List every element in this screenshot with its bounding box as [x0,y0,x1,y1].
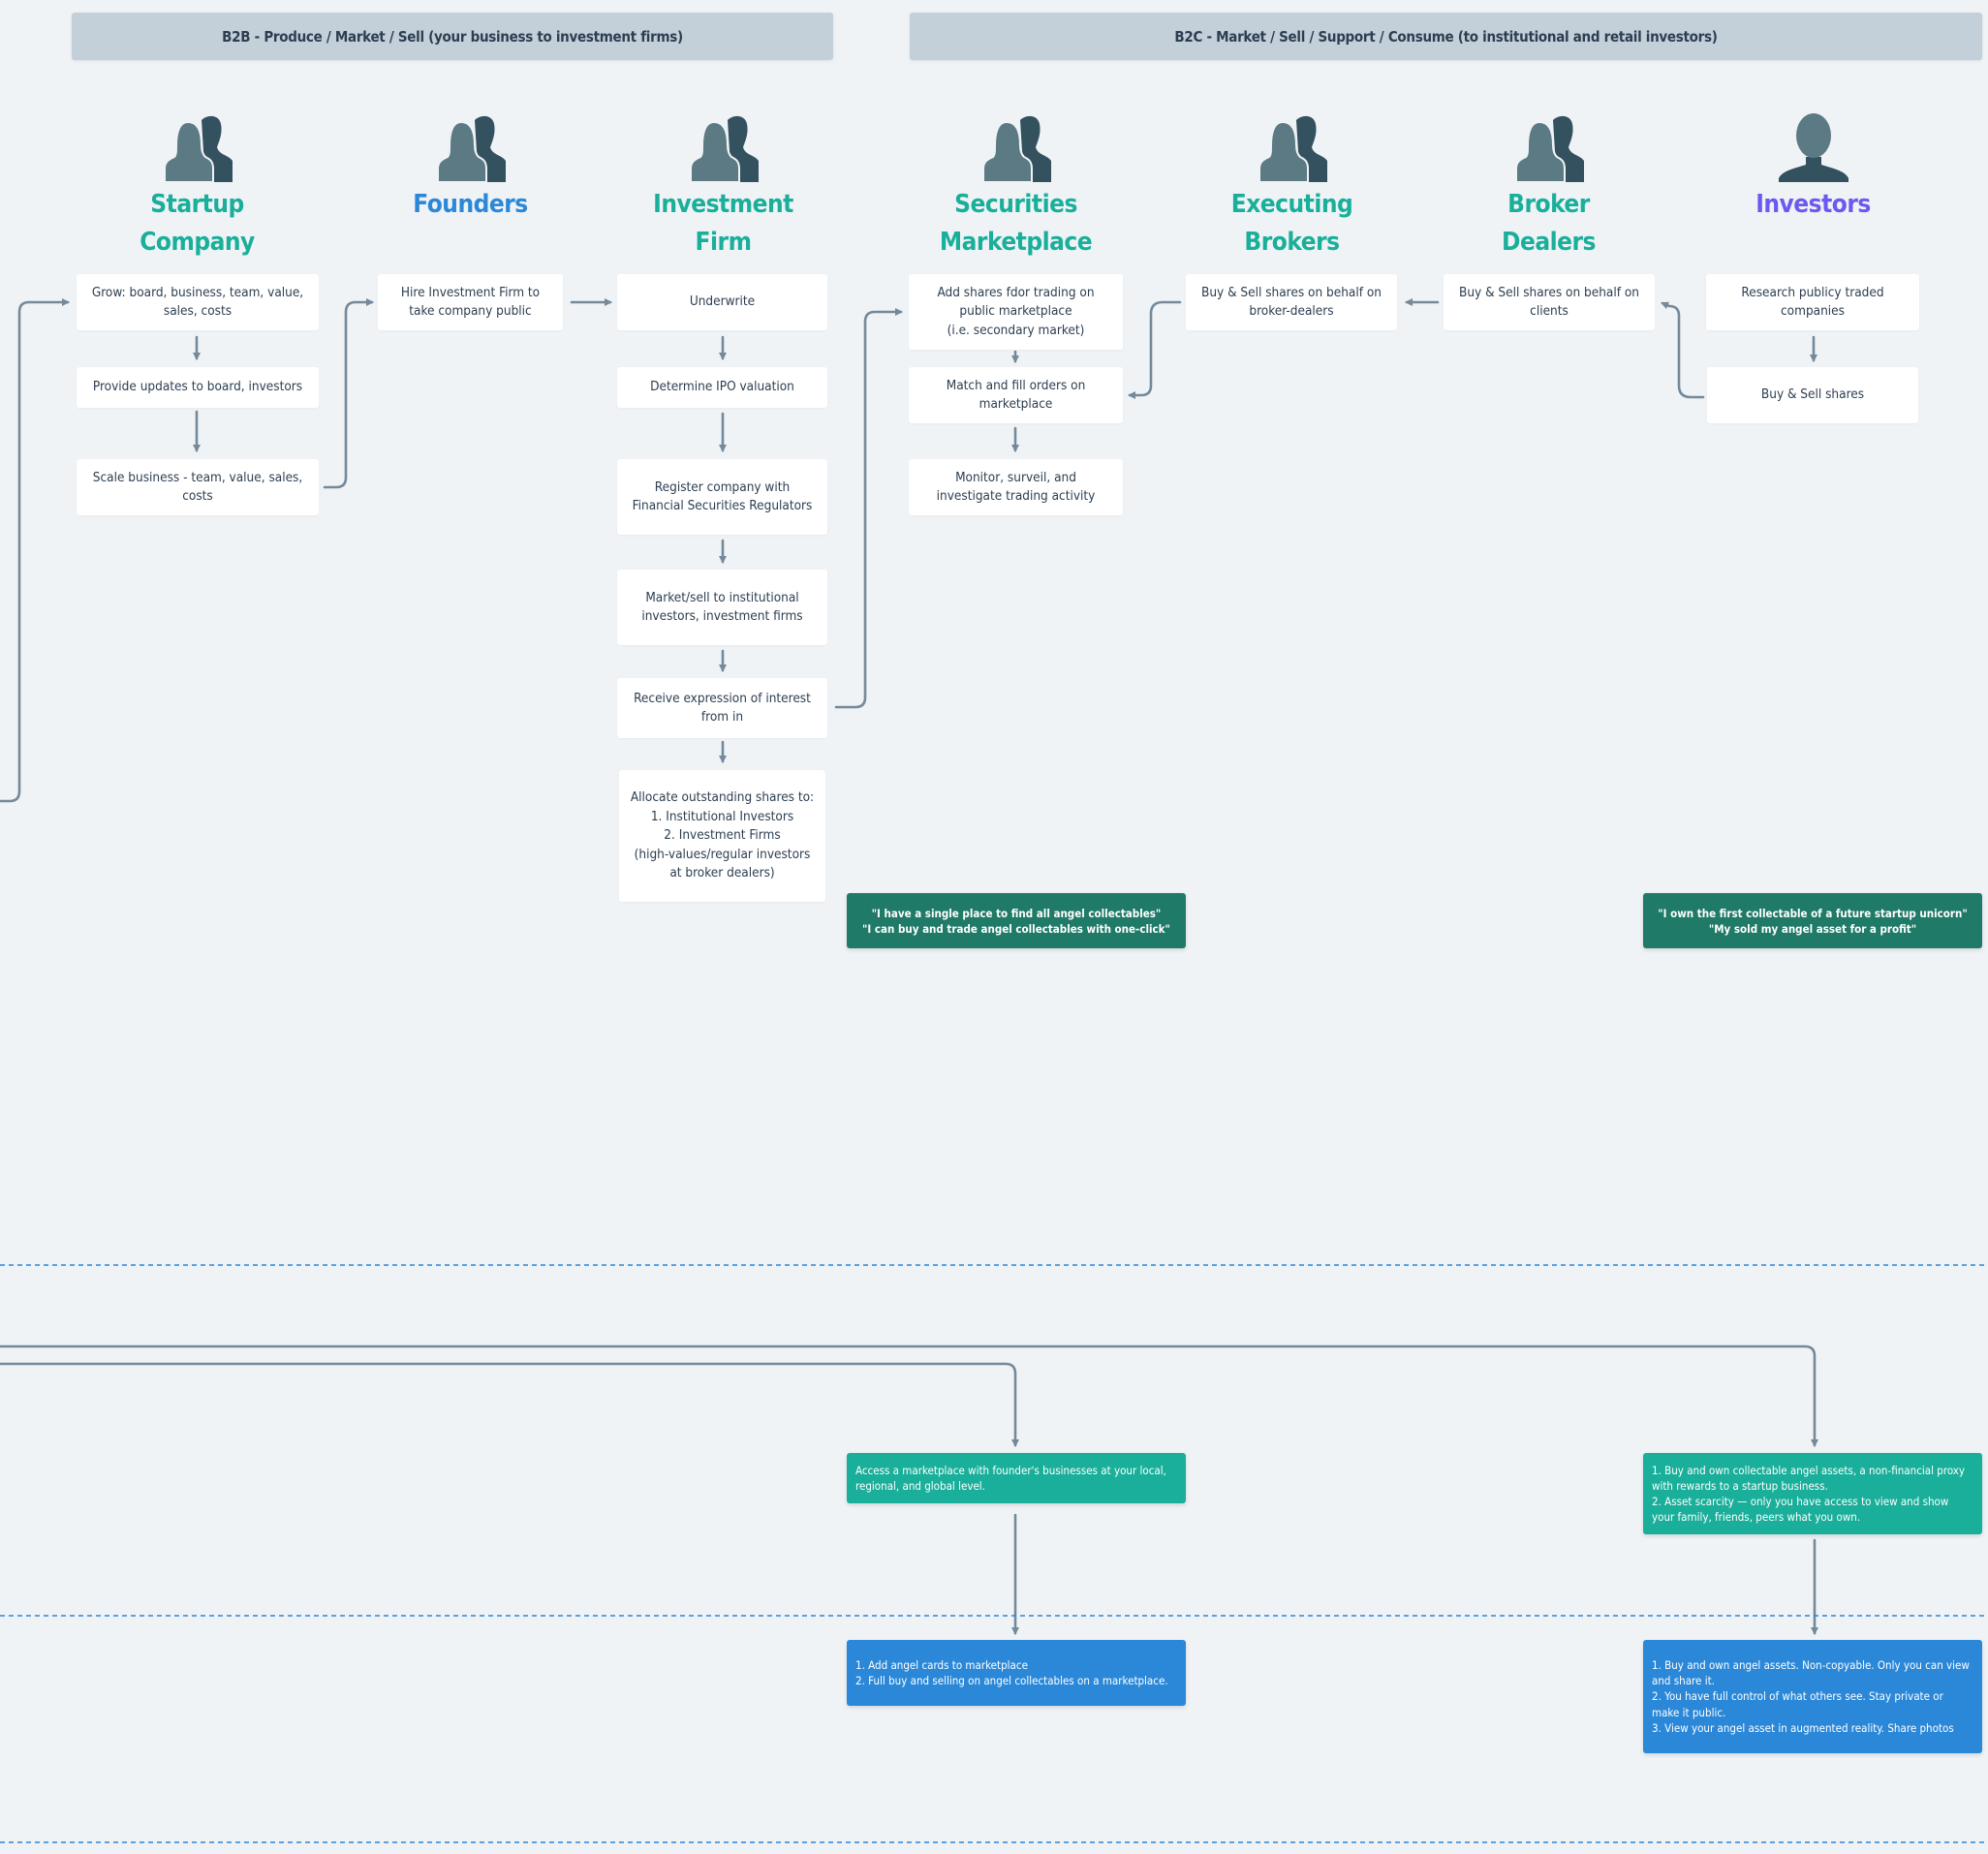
step-label: Buy & Sell shares on behalf on broker-de… [1201,284,1382,320]
step-label: Market/sell to institutional investors, … [641,589,803,625]
connector [0,1344,1818,1447]
step-card[interactable]: Underwrite [617,274,827,330]
quote-investors: "I own the first collectable of a future… [1643,893,1982,948]
users-icon [436,115,506,182]
step-card[interactable]: Add shares fdor trading on public market… [909,274,1123,350]
connector [323,298,374,489]
b2c-band-label: B2C - Market / Sell / Support / Consume … [1174,27,1718,46]
step-label: Grow: board, business, team, value, sale… [91,284,304,320]
step-card[interactable]: Market/sell to institutional investors, … [617,570,827,645]
note-investors-blue: 1. Buy and own angel assets. Non-copyabl… [1643,1640,1982,1753]
step-label: Buy & Sell shares on behalf on clients [1459,284,1639,320]
step-card[interactable]: Receive expression of interest from in [617,678,827,738]
step-card[interactable]: Monitor, surveil, and investigate tradin… [909,459,1123,515]
note-text: 1. Buy and own collectable angel assets,… [1652,1463,1966,1525]
quote-text: "I own the first collectable of a future… [1658,906,1968,936]
connector [0,298,70,803]
note-marketplace-teal: Access a marketplace with founder's busi… [847,1453,1186,1503]
step-card[interactable]: Register company with Financial Securiti… [617,459,827,535]
lane-title: Executing Brokers [1230,190,1353,257]
step-label: Monitor, surveil, and investigate tradin… [936,469,1096,505]
step-label: Buy & Sell shares [1760,386,1865,403]
quote-text: "I have a single place to find all angel… [862,906,1170,936]
step-card[interactable]: Hire Investment Firm to take company pub… [378,274,563,330]
lane-startup-company: Startup Company [112,112,282,262]
step-card[interactable]: Buy & Sell shares on behalf on clients [1444,274,1655,330]
users-icon [981,115,1051,182]
lane-executing-brokers: Executing Brokers [1207,112,1377,262]
note-text: 1. Add angel cards to marketplace 2. Ful… [855,1657,1168,1687]
lane-title: Securities Marketplace [939,190,1093,257]
b2c-band: B2C - Market / Sell / Support / Consume … [910,13,1982,60]
users-icon [1258,115,1327,182]
step-label: Add shares fdor trading on public market… [937,284,1095,338]
lane-title: Investors [1755,190,1871,219]
users-icon [163,115,233,182]
lane-investment-firm: Investment Firm [638,112,808,262]
lane-investors: Investors [1728,112,1898,224]
lane-title: Startup Company [140,190,255,257]
lane-title: Investment Firm [653,190,793,257]
step-label: Scale business - team, value, sales, cos… [92,469,303,505]
step-label: Receive expression of interest from in [634,690,811,726]
lane-broker-dealers: Broker Dealers [1464,112,1633,262]
step-label: Underwrite [689,294,756,310]
step-card[interactable]: Grow: board, business, team, value, sale… [77,274,319,330]
connector [834,308,903,709]
b2b-band-label: B2B - Produce / Market / Sell (your busi… [222,27,683,46]
quote-marketplace: "I have a single place to find all angel… [847,893,1186,948]
step-label: Allocate outstanding shares to: 1. Insti… [630,789,815,881]
users-icon [689,115,759,182]
users-icon [1514,115,1584,182]
step-card[interactable]: Buy & Sell shares on behalf on broker-de… [1186,274,1397,330]
note-text: Access a marketplace with founder's busi… [855,1463,1166,1493]
step-card[interactable]: Provide updates to board, investors [77,367,319,408]
step-card[interactable]: Determine IPO valuation [617,367,827,408]
b2b-band: B2B - Produce / Market / Sell (your busi… [72,13,833,60]
step-card[interactable]: Buy & Sell shares [1707,367,1918,423]
step-card[interactable]: Research publicy traded companies [1706,274,1919,330]
user-icon [1778,113,1848,182]
step-label: Match and fill orders on marketplace [946,377,1086,413]
note-investors-teal: 1. Buy and own collectable angel assets,… [1643,1453,1982,1534]
step-label: Register company with Financial Securiti… [632,479,813,514]
connector [0,1362,1019,1447]
step-label: Provide updates to board, investors [92,379,303,395]
step-card[interactable]: Scale business - team, value, sales, cos… [77,459,319,515]
connector [1128,300,1182,399]
step-label: Research publicy traded companies [1741,284,1884,320]
note-text: 1. Buy and own angel assets. Non-copyabl… [1652,1657,1970,1735]
connector [1661,301,1705,399]
step-label: Hire Investment Firm to take company pub… [400,284,541,320]
step-card[interactable]: Allocate outstanding shares to: 1. Insti… [619,770,825,902]
lane-title: Broker Dealers [1502,190,1596,257]
lane-title: Founders [413,190,528,219]
lane-founders: Founders [386,112,555,224]
lane-securities-marketplace: Securities Marketplace [931,112,1101,262]
step-card[interactable]: Match and fill orders on marketplace [909,367,1123,423]
note-marketplace-blue: 1. Add angel cards to marketplace 2. Ful… [847,1640,1186,1706]
step-label: Determine IPO valuation [650,379,794,395]
